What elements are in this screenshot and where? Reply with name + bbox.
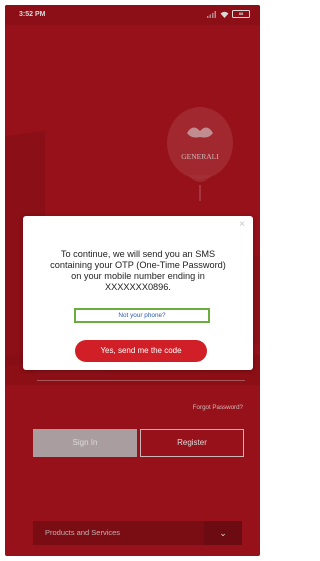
send-code-button[interactable]: Yes, send me the code xyxy=(75,340,207,362)
message-line: on your mobile number ending in xyxy=(71,271,205,281)
otp-dialog: × To continue, we will send you an SMS c… xyxy=(23,216,253,370)
otp-message: To continue, we will send you an SMS con… xyxy=(33,249,243,293)
message-line: XXXXXXX0896. xyxy=(105,282,171,292)
message-line: containing your OTP (One-Time Password) xyxy=(50,260,226,270)
message-line: To continue, we will send you an SMS xyxy=(60,249,216,259)
not-your-phone-link[interactable]: Not your phone? xyxy=(74,308,210,323)
app-screen: 3:52 PM 88 GENERALI Forgot Password? Sig… xyxy=(5,5,260,556)
close-icon[interactable]: × xyxy=(237,220,247,230)
